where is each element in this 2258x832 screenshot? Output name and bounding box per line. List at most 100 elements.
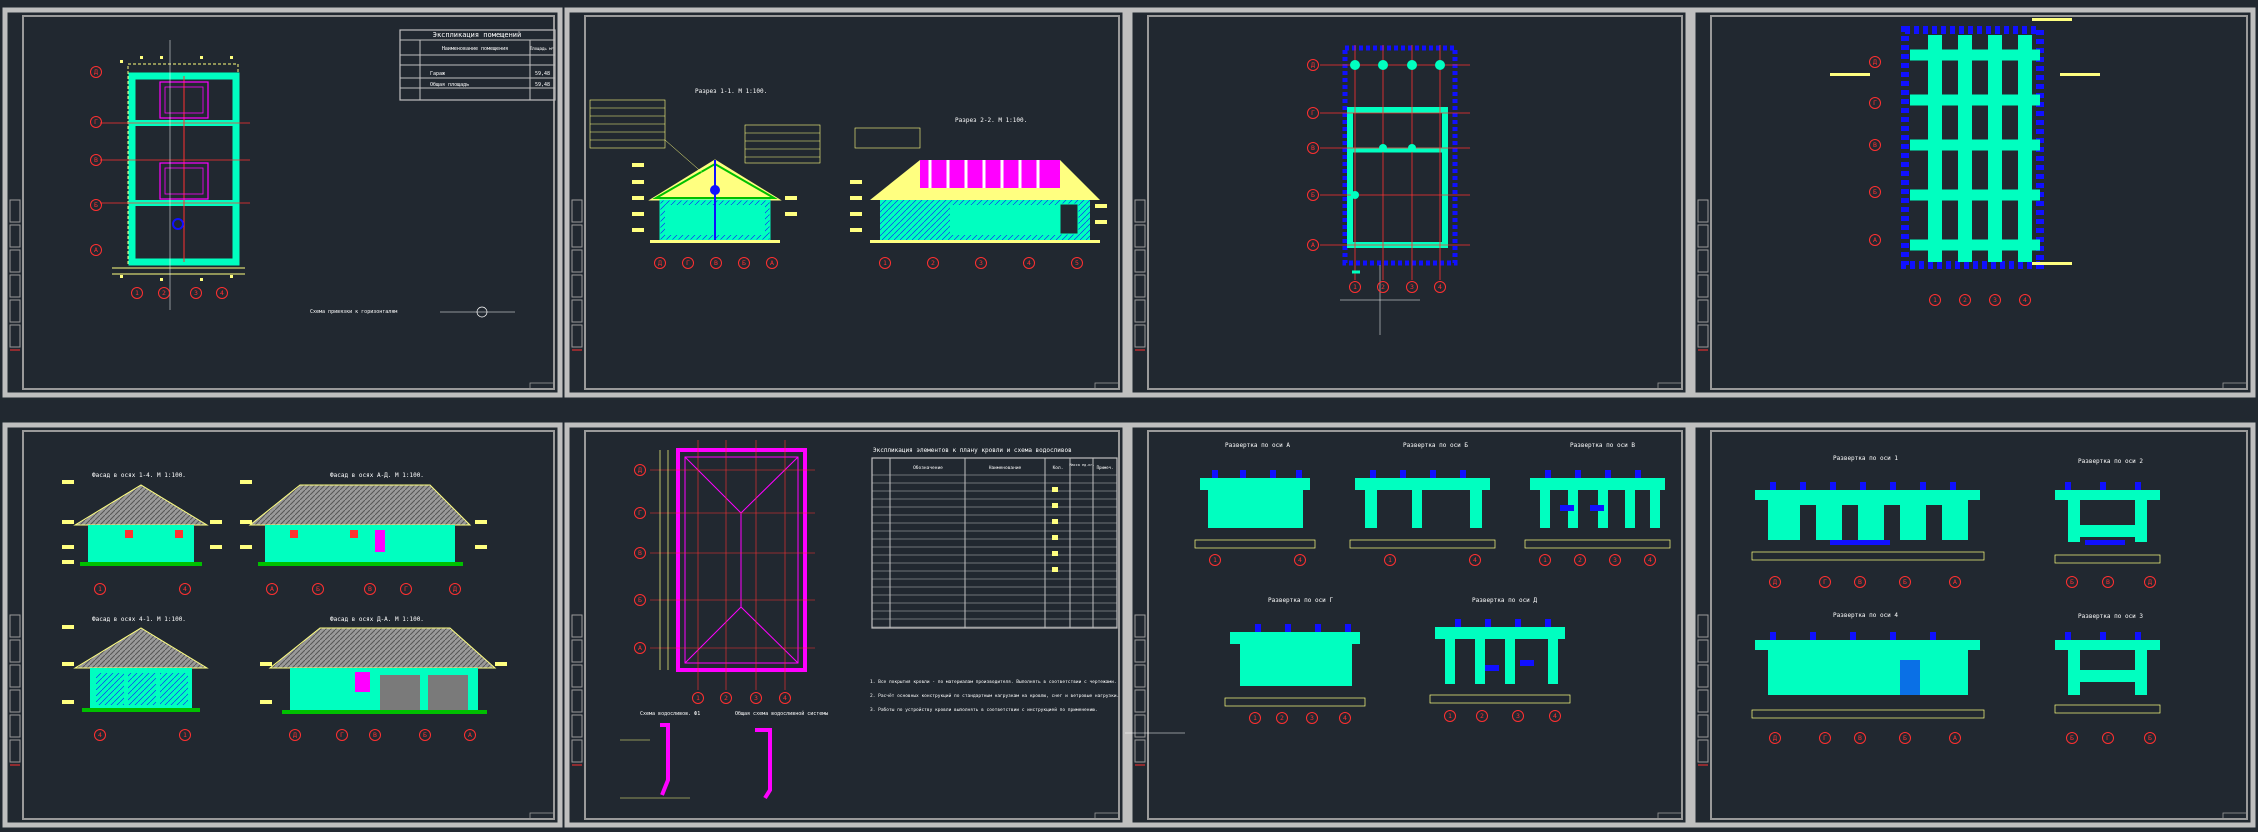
svg-text:4: 4 bbox=[1553, 712, 1557, 720]
s3-axis-bottom-3: 3 bbox=[1406, 281, 1418, 293]
svg-text:В: В bbox=[638, 549, 642, 557]
svg-text:2: 2 bbox=[724, 694, 728, 702]
s1-table-header-name: Наименование помещения bbox=[442, 46, 508, 52]
sheet-6-roof-plan[interactable]: Экспликация элементов к плану кровли и с… bbox=[620, 440, 1119, 800]
sheet-4-frame-plan[interactable]: 1 2 3 4 Д Г В Б А bbox=[1830, 18, 2100, 306]
svg-text:1: 1 bbox=[1933, 296, 1937, 304]
s6-col4: Масса ед.кг. bbox=[1069, 463, 1094, 467]
svg-text:Б: Б bbox=[638, 596, 642, 604]
svg-text:3: 3 bbox=[979, 259, 983, 267]
svg-text:В: В bbox=[1311, 144, 1315, 152]
svg-text:5: 5 bbox=[1075, 259, 1079, 267]
svg-text:1: 1 bbox=[135, 289, 139, 297]
svg-text:В: В bbox=[2106, 578, 2110, 586]
svg-text:В: В bbox=[373, 731, 377, 739]
s6-axis-bottom-1: 2 bbox=[720, 692, 732, 704]
s4-axis-bottom-4: 4 bbox=[2019, 294, 2031, 306]
s7-axis-v-2: 3 bbox=[1609, 554, 1621, 566]
s7-title-d: Развертка по оси Д bbox=[1472, 597, 1537, 604]
svg-text:В: В bbox=[94, 156, 98, 164]
svg-text:3: 3 bbox=[1410, 283, 1414, 291]
svg-text:Б: Б bbox=[1903, 734, 1907, 742]
s4-axis-left-2: Г bbox=[1869, 97, 1881, 109]
s8-axis-2-2: Д bbox=[2144, 576, 2156, 588]
s8-axis-3-2: Б bbox=[2144, 732, 2156, 744]
s6-axis-bottom-3: 4 bbox=[779, 692, 791, 704]
s1-axis-bottom-1: 1 bbox=[131, 287, 143, 299]
sheet-5-facades[interactable]: Фасад в осях 1-4. М 1:100. Фасад в осях … bbox=[62, 472, 507, 741]
s6-col3: Кол. bbox=[1053, 465, 1064, 471]
svg-text:1: 1 bbox=[1253, 714, 1257, 722]
s5-facade2-title: Фасад в осях А-Д. М 1:100. bbox=[330, 472, 424, 479]
sheet-8-wall-developments[interactable]: Развертка по оси 1 Развертка по оси 2 Ра… bbox=[1751, 455, 2161, 744]
svg-text:А: А bbox=[468, 731, 472, 739]
svg-text:Г: Г bbox=[1311, 109, 1315, 117]
s8-axis-1-2: В bbox=[1854, 576, 1866, 588]
s6-axis-left-3: Б bbox=[634, 594, 646, 606]
s5-axis-2-3: Г bbox=[400, 583, 412, 595]
s3-axis-left-4: Б bbox=[1307, 189, 1319, 201]
s5-facade4-title: Фасад в осях Д-А. М 1:100. bbox=[330, 616, 424, 623]
s7-axis-a-0: 1 bbox=[1209, 554, 1221, 566]
s6-axis-bottom-0: 1 bbox=[692, 692, 704, 704]
sheet-7-wall-developments[interactable]: Развертка по оси А Развертка по оси Б Ра… bbox=[1125, 442, 1671, 734]
s5-axis-3-1: 1 bbox=[179, 729, 191, 741]
s3-axis-left-3: В bbox=[1307, 142, 1319, 154]
svg-text:Г: Г bbox=[638, 509, 642, 517]
s7-axis-d-0: 1 bbox=[1444, 710, 1456, 722]
s7-axis-a-1: 4 bbox=[1294, 554, 1306, 566]
s5-axis-4-2: В bbox=[369, 729, 381, 741]
svg-text:А: А bbox=[1873, 236, 1877, 244]
svg-text:Б: Б bbox=[94, 201, 98, 209]
s8-axis-2-1: В bbox=[2102, 576, 2114, 588]
s2-axis-a-3: Б bbox=[738, 257, 750, 269]
s8-title-3: Развертка по оси 3 bbox=[2078, 613, 2143, 620]
svg-text:1: 1 bbox=[1388, 556, 1392, 564]
s2-axis-a-4: А bbox=[766, 257, 778, 269]
s1-axis-left-4: Б bbox=[90, 199, 102, 211]
svg-text:3: 3 bbox=[1516, 712, 1520, 720]
s3-axis-bottom-4: 4 bbox=[1434, 281, 1446, 293]
svg-text:4: 4 bbox=[783, 694, 787, 702]
svg-text:А: А bbox=[94, 246, 98, 254]
s3-axis-bottom-1: 1 bbox=[1349, 281, 1361, 293]
sheet-3-foundation-plan[interactable]: 1 2 3 4 Д Г В Б А bbox=[1307, 45, 1471, 335]
svg-text:2: 2 bbox=[1381, 283, 1385, 291]
s4-axis-left-3: В bbox=[1869, 139, 1881, 151]
s7-axis-b-0: 1 bbox=[1384, 554, 1396, 566]
svg-text:Д: Д bbox=[1773, 734, 1777, 742]
s6-axis-left-4: А bbox=[634, 642, 646, 654]
s5-facade3-title: Фасад в осях 4-1. М 1:100. bbox=[92, 616, 186, 623]
svg-text:3: 3 bbox=[1613, 556, 1617, 564]
sheet-1-plan[interactable]: 1 2 3 4 Д Г В Б А Экспликация помещений Наимено… bbox=[90, 29, 556, 318]
svg-text:Б: Б bbox=[2148, 734, 2152, 742]
svg-text:Д: Д bbox=[1311, 61, 1315, 69]
s1-table-header-area: Площадь м² bbox=[530, 46, 554, 51]
svg-text:Б: Б bbox=[1873, 188, 1877, 196]
sheet-frame-5 bbox=[2, 422, 563, 828]
s6-note-3: 3. Работы по устройству кровли выполнять… bbox=[870, 706, 1098, 713]
svg-text:Г: Г bbox=[1823, 578, 1827, 586]
s2-section1-title: Разрез 1-1. М 1:100. bbox=[695, 88, 767, 95]
cad-model-space[interactable]: 1 2 3 4 Д Г В Б А Экспликация помещений Наимено… bbox=[0, 0, 2258, 832]
s6-col2: Наименование bbox=[989, 465, 1022, 471]
svg-text:4: 4 bbox=[220, 289, 224, 297]
svg-text:Д: Д bbox=[658, 259, 662, 267]
s5-axis-1-1: 4 bbox=[179, 583, 191, 595]
svg-text:1: 1 bbox=[1448, 712, 1452, 720]
sheet-2-sections[interactable]: Разрез 1-1. М 1:100. Разрез 2-2. М 1:100… bbox=[589, 88, 1107, 269]
s1-row2-name: Общая площадь bbox=[430, 81, 469, 88]
s1-axis-left-5: А bbox=[90, 244, 102, 256]
s1-axis-bottom-2: 2 bbox=[158, 287, 170, 299]
svg-text:Б: Б bbox=[2070, 734, 2074, 742]
svg-text:2: 2 bbox=[162, 289, 166, 297]
s7-title-b: Развертка по оси Б bbox=[1403, 442, 1468, 449]
s6-col5: Примеч. bbox=[1097, 465, 1114, 470]
s8-axis-3-1: Г bbox=[2102, 732, 2114, 744]
s6-note-2: 2. Расчёт основных конструкций по станда… bbox=[870, 693, 1119, 699]
svg-text:Д: Д bbox=[1773, 578, 1777, 586]
roof-elements-table: Обозначение Наименование Кол. Масса ед.к… bbox=[871, 457, 1118, 629]
drawing-canvas[interactable]: 1 2 3 4 Д Г В Б А Экспликация помещений Наимено… bbox=[0, 0, 2258, 832]
svg-text:В: В bbox=[368, 585, 372, 593]
s7-title-g: Развертка по оси Г bbox=[1268, 597, 1333, 604]
